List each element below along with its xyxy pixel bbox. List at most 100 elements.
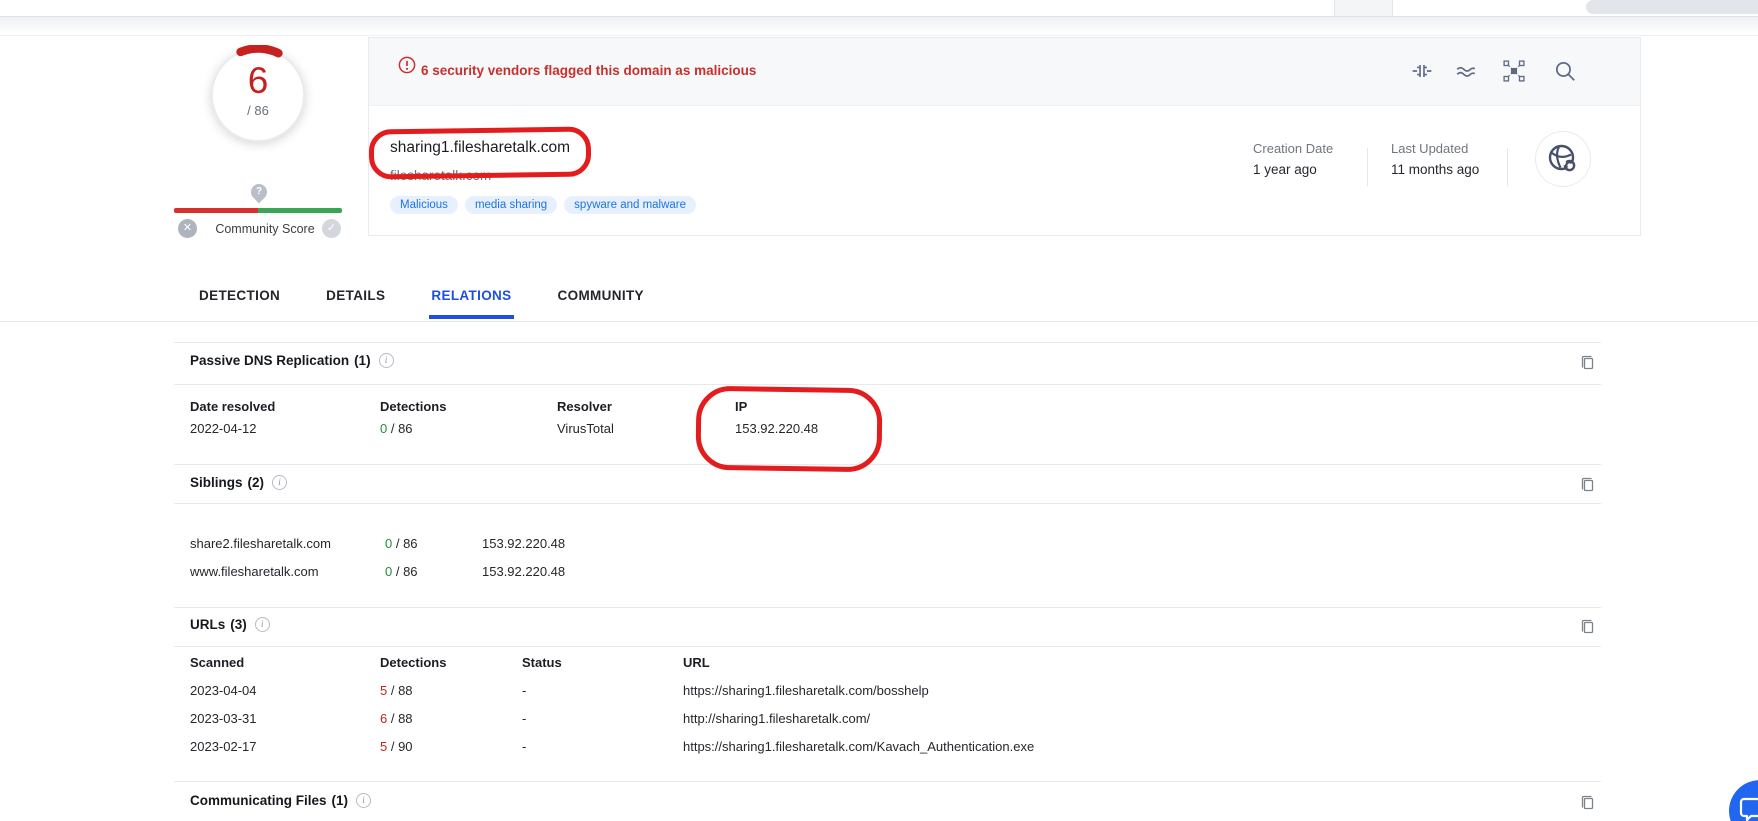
domain-avatar — [1535, 131, 1591, 187]
last-updated-value: 11 months ago — [1391, 162, 1479, 177]
tabbar-divider — [0, 321, 1758, 322]
url-scanned: 2023-02-17 — [190, 739, 257, 754]
dns-resolver: VirusTotal — [557, 421, 614, 436]
tab-community[interactable]: COMMUNITY — [556, 288, 646, 319]
section-divider — [174, 342, 1601, 343]
passive-dns-header: Passive DNS Replication (1) i — [190, 353, 394, 368]
sibling-domain-link[interactable]: www.filesharetalk.com — [190, 564, 319, 579]
info-icon[interactable]: i — [356, 793, 371, 808]
section-divider — [174, 464, 1601, 465]
section-divider — [174, 781, 1601, 782]
copy-icon[interactable] — [1580, 476, 1596, 493]
chat-bubble-icon — [1739, 797, 1758, 821]
domain-header-card: 6 security vendors flagged this domain a… — [368, 37, 1641, 236]
sibling-detections: 0 / 86 — [385, 536, 418, 551]
browser-top-strip — [0, 0, 1758, 17]
score-total: / 86 — [211, 103, 305, 118]
alert-icon — [398, 56, 416, 74]
graph-icon[interactable] — [1503, 60, 1525, 82]
tag-spyware[interactable]: spyware and malware — [564, 196, 696, 214]
sibling-ip-link[interactable]: 153.92.220.48 — [482, 564, 565, 579]
urls-header: URLs (3) i — [190, 617, 270, 632]
copy-icon[interactable] — [1580, 618, 1596, 635]
url-scanned: 2023-03-31 — [190, 711, 257, 726]
last-updated-label: Last Updated — [1391, 141, 1468, 156]
section-title-text: Communicating Files — [190, 793, 327, 808]
vote-pin-icon: ? — [248, 181, 271, 204]
detections-total: / 86 — [387, 421, 412, 436]
compare-icon[interactable] — [1411, 60, 1433, 82]
domain-name: sharing1.filesharetalk.com — [390, 139, 570, 157]
tab-details[interactable]: DETAILS — [324, 288, 387, 319]
search-icon[interactable] — [1554, 60, 1576, 82]
info-icon[interactable]: i — [255, 617, 270, 632]
meta-divider — [1507, 148, 1508, 186]
communicating-files-header: Communicating Files (1) i — [190, 793, 371, 808]
column-header: IP — [735, 399, 747, 414]
table-divider — [174, 384, 1601, 385]
siblings-header: Siblings (2) i — [190, 475, 287, 490]
parent-domain[interactable]: filesharetalk.com — [390, 168, 491, 183]
url-status: - — [522, 711, 526, 726]
detections-total: / 86 — [392, 564, 417, 579]
tag-malicious[interactable]: Malicious — [390, 196, 458, 214]
tab-relations[interactable]: RELATIONS — [429, 288, 513, 319]
dns-detections: 0 / 86 — [380, 421, 413, 436]
tag-list: Malicious media sharing spyware and malw… — [390, 196, 696, 214]
dns-ip-link[interactable]: 153.92.220.48 — [735, 421, 818, 436]
sibling-ip-link[interactable]: 153.92.220.48 — [482, 536, 565, 551]
virustotal-domain-page: 6 / 86 ? ✕ Community Score ✓ 6 security … — [0, 0, 1758, 821]
copy-icon[interactable] — [1580, 354, 1596, 371]
creation-date-value: 1 year ago — [1253, 162, 1317, 177]
table-divider — [174, 503, 1601, 504]
meta-divider — [1367, 148, 1368, 186]
url-status: - — [522, 683, 526, 698]
url-link[interactable]: http://sharing1.filesharetalk.com/ — [683, 711, 870, 726]
column-header: Date resolved — [190, 399, 275, 414]
column-header: Resolver — [557, 399, 612, 414]
section-count: (1) — [332, 793, 349, 808]
hairline — [0, 35, 1758, 36]
tag-media-sharing[interactable]: media sharing — [465, 196, 557, 214]
section-title-text: Passive DNS Replication — [190, 353, 349, 368]
section-count: (2) — [248, 475, 265, 490]
column-header: Detections — [380, 655, 446, 670]
detections-total: / 88 — [387, 683, 412, 698]
malicious-banner: 6 security vendors flagged this domain a… — [369, 38, 1640, 106]
info-icon[interactable]: i — [272, 475, 287, 490]
community-vote-bar — [174, 208, 342, 213]
vote-up-icon[interactable]: ✓ — [322, 219, 341, 238]
section-divider — [174, 607, 1601, 608]
section-title-text: URLs — [190, 617, 225, 632]
globe-link-icon — [1546, 142, 1580, 176]
detections-total: / 90 — [387, 739, 412, 754]
url-link[interactable]: https://sharing1.filesharetalk.com/Kavac… — [683, 739, 1034, 754]
info-icon[interactable]: i — [379, 353, 394, 368]
copy-icon[interactable] — [1580, 794, 1596, 811]
column-header: Status — [522, 655, 562, 670]
vote-down-icon[interactable]: ✕ — [178, 219, 197, 238]
column-header: URL — [683, 655, 710, 670]
sibling-domain-link[interactable]: share2.filesharetalk.com — [190, 536, 331, 551]
banner-message: 6 security vendors flagged this domain a… — [421, 63, 756, 78]
creation-date-label: Creation Date — [1253, 141, 1333, 156]
feedback-chat-button[interactable] — [1729, 780, 1758, 821]
url-detections: 5 / 90 — [380, 739, 413, 754]
dns-date-resolved: 2022-04-12 — [190, 421, 257, 436]
sibling-detections: 0 / 86 — [385, 564, 418, 579]
detections-total: / 88 — [387, 711, 412, 726]
column-header: Scanned — [190, 655, 244, 670]
url-link[interactable]: https://sharing1.filesharetalk.com/bossh… — [683, 683, 929, 698]
page-top-shadow — [0, 17, 1758, 34]
detections-total: / 86 — [392, 536, 417, 551]
tab-detection[interactable]: DETECTION — [197, 288, 282, 319]
table-divider — [174, 646, 1601, 647]
url-status: - — [522, 739, 526, 754]
url-detections: 6 / 88 — [380, 711, 413, 726]
tab-bar: DETECTION DETAILS RELATIONS COMMUNITY — [197, 288, 646, 319]
url-detections: 5 / 88 — [380, 683, 413, 698]
section-count: (3) — [230, 617, 247, 632]
similarity-waves-icon[interactable] — [1455, 60, 1477, 82]
browser-tab-fragment — [1334, 0, 1393, 16]
section-title-text: Siblings — [190, 475, 243, 490]
